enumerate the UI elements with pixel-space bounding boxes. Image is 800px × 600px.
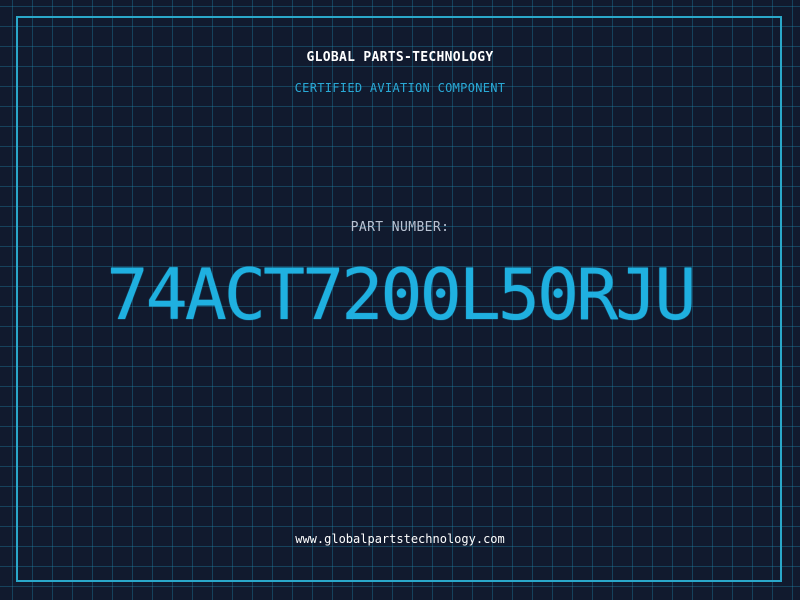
part-number-label: PART NUMBER: xyxy=(350,220,450,235)
part-card: GLOBAL PARTS-TECHNOLOGY CERTIFIED AVIATI… xyxy=(0,0,800,600)
part-number-value: 74ACT7200L50RJU xyxy=(106,254,696,336)
company-name: GLOBAL PARTS-TECHNOLOGY xyxy=(306,50,494,65)
website-url: www.globalpartstechnology.com xyxy=(295,532,505,546)
certification-subtitle: CERTIFIED AVIATION COMPONENT xyxy=(294,81,506,95)
